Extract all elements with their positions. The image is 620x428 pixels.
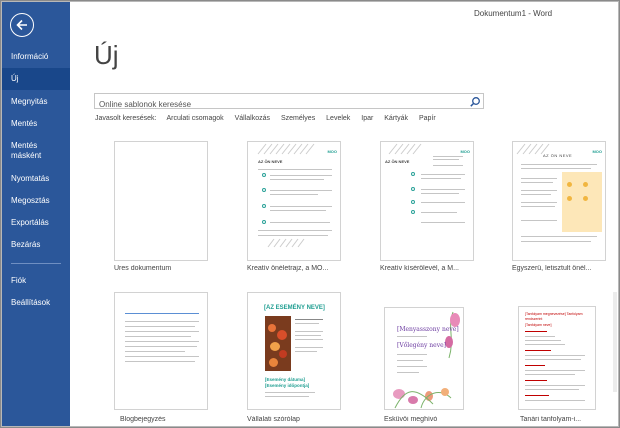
sidebar-item-label: Új [11,74,19,83]
back-button[interactable] [10,13,34,37]
sidebar-item-info[interactable]: Információ [2,52,70,64]
header-pattern [388,143,422,155]
thumb-line1: [Menyasszony neve] [397,326,459,333]
template-label: Kreatív önéletrajz, a MO... [247,265,329,272]
sidebar-item-print[interactable]: Nyomtatás [2,174,70,186]
thumb-subheader: [Esemény dátuma] [Esemény időpontja] [265,377,310,388]
moo-logo: MOO [460,149,470,154]
template-thumbnail: AZ ÖN NEVE MOO [380,141,474,261]
suggested-search-link[interactable]: Levelek [326,115,350,122]
flyer-photo [265,316,291,371]
sidebar-item-share[interactable]: Megosztás [2,196,70,208]
header-pattern [257,143,315,155]
suggested-search-link[interactable]: Papír [419,115,436,122]
flower-decoration [393,311,460,409]
footer-pattern [267,238,305,248]
thumb-line2: [Vőlegény neve] [397,342,447,349]
sidebar-item-export[interactable]: Exportálás [2,218,70,230]
suggested-search-link[interactable]: Kártyák [384,115,408,122]
sidebar-item-label: Információ [11,52,49,61]
thumb-subheader: [Tanfolyam neve] [525,323,552,327]
sidebar-item-label: Megosztás [11,196,50,205]
arrow-left-icon [16,19,27,31]
template-search-box [94,93,484,112]
thumb-header: AZ ÖN NEVE [543,153,573,158]
template-thumbnail: AZ ÖN NEVE MOO [247,141,341,261]
sidebar-divider [11,263,61,264]
moo-logo: MOO [327,149,337,154]
template-thumbnail: [AZ ESEMÉNY NEVE] [Esemény dátuma] [Esem… [247,292,341,410]
document-title: Dokumentum1 - Word [474,9,553,18]
suggested-search-link[interactable]: Vállalkozás [235,115,270,122]
backstage-sidebar: Információ Új Megnyitás Mentés Mentés má… [2,2,70,426]
page-title: Új [94,40,119,70]
template-label: Esküvői meghívó [384,416,438,423]
sidebar-item-label: Exportálás [11,218,49,227]
sidebar-item-label: Fiók [11,276,27,285]
search-button[interactable] [469,95,481,107]
word-backstage-window: Információ Új Megnyitás Mentés Mentés má… [1,1,619,427]
sidebar-item-label: Megnyitás [11,97,48,106]
template-search-input[interactable] [95,97,455,112]
sidebar-item-label: Nyomtatás [11,174,50,183]
template-thumbnail: [Tanfolyam megnevezése] Tanfolyam rendsz… [518,306,596,410]
thumb-header: AZ ÖN NEVE [258,159,283,164]
sidebar-item-account[interactable]: Fiók [2,276,70,288]
suggested-search-link[interactable]: Ipar [361,115,373,122]
suggested-search-link[interactable]: Arculati csomagok [166,115,223,122]
sidebar-item-label: Mentés másként [11,141,42,160]
template-label: Üres dokumentum [114,265,172,272]
template-thumbnail: AZ ÖN NEVE MOO [512,141,606,261]
sidebar-item-save-as[interactable]: Mentés másként [2,141,70,163]
sidebar-item-options[interactable]: Beállítások [2,298,70,310]
sidebar-item-label: Beállítások [11,298,51,307]
template-label: Egyszerű, letisztult önél... [512,265,592,272]
sidebar-item-save[interactable]: Mentés [2,119,70,131]
sidebar-item-open[interactable]: Megnyitás [2,97,70,109]
template-label: Tanári tanfolyam-i... [520,416,582,423]
search-icon [470,97,480,107]
sidebar-item-label: Mentés [11,119,38,128]
moo-logo: MOO [592,149,602,154]
template-thumbnail [114,292,208,410]
template-label: Blogbejegyzés [120,416,166,423]
suggested-search-link[interactable]: Személyes [281,115,315,122]
thumb-header: [Tanfolyam megnevezése] Tanfolyam rendsz… [525,312,583,321]
suggested-searches: Javasolt keresések: Arculati csomagok Vá… [95,115,445,122]
sidebar-item-label: Bezárás [11,240,41,249]
scrollbar[interactable] [612,292,618,392]
template-thumbnail: [Menyasszony neve] [Vőlegény neve] [384,307,464,410]
thumb-header: [AZ ESEMÉNY NEVE] [264,305,325,311]
sidebar-item-new[interactable]: Új [2,68,70,90]
thumb-header: AZ ÖN NEVE [385,159,410,164]
sidebar-item-close[interactable]: Bezárás [2,240,70,252]
sidebar-box [562,172,602,232]
template-label: Vállalati szórólap [247,416,300,423]
suggested-searches-label: Javasolt keresések: [95,115,157,122]
template-thumbnail [114,141,208,261]
template-label: Kreatív kísérőlevél, a M... [380,265,459,272]
